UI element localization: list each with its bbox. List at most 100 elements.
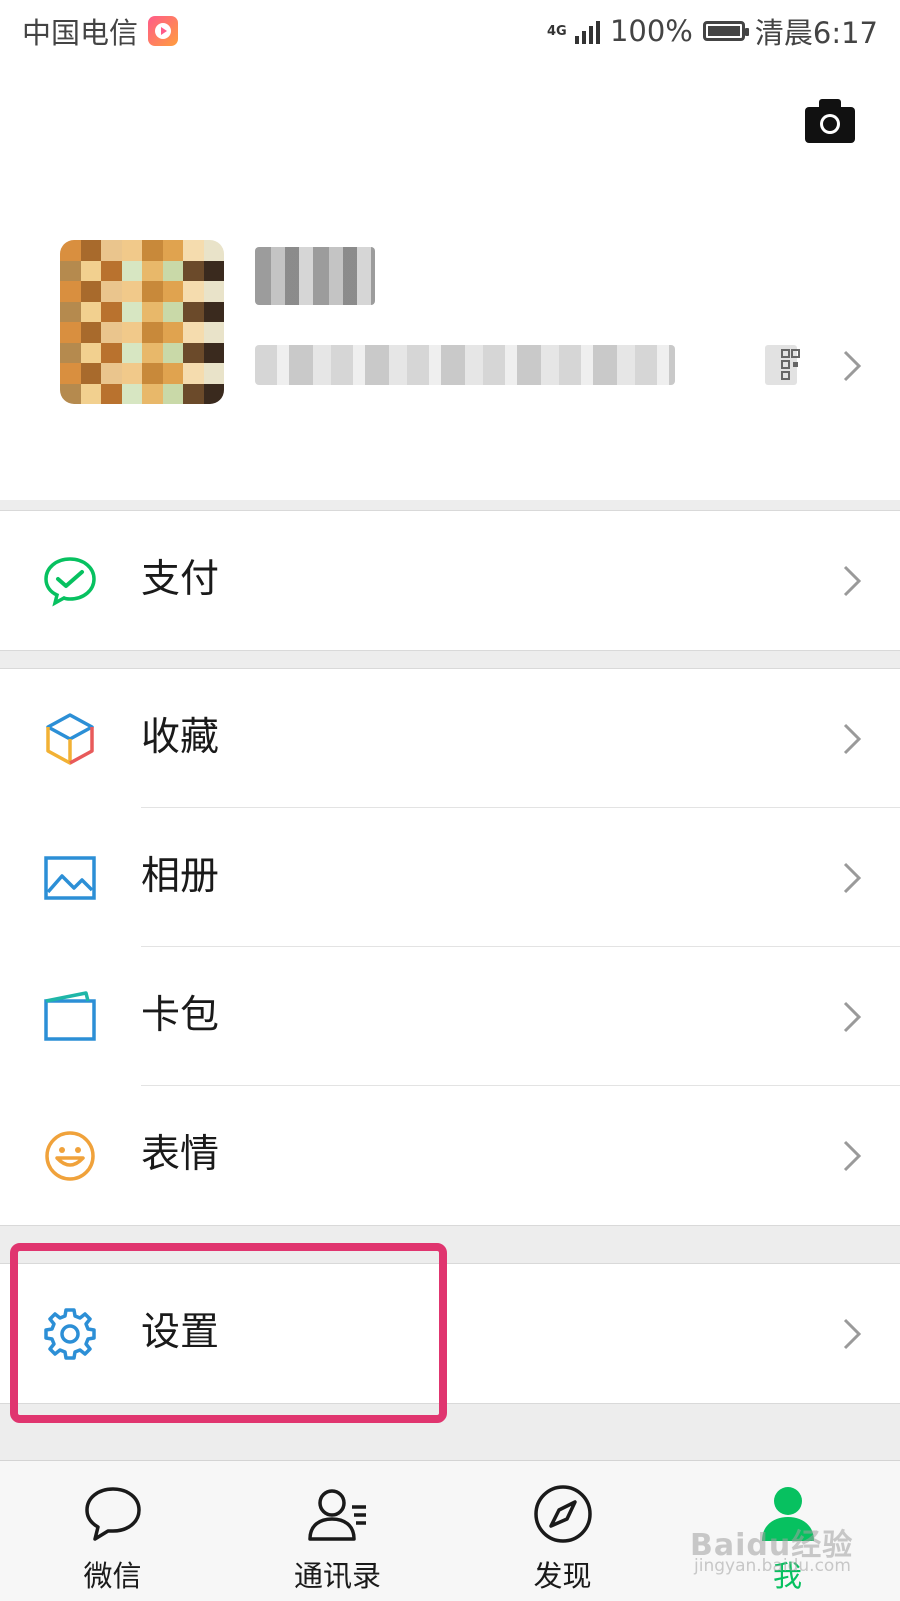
avatar-pixel [121, 342, 142, 363]
avatar-pixel [203, 281, 224, 302]
avatar[interactable] [60, 240, 224, 404]
profile-header[interactable] [0, 62, 900, 500]
cube-icon [42, 711, 98, 767]
menu-item-pay[interactable]: 支付 [0, 511, 900, 650]
avatar-pixel [121, 363, 142, 384]
avatar-pixel [203, 260, 224, 281]
avatar-pixel [80, 322, 101, 343]
menu-item-stickers-label: 表情 [141, 1132, 220, 1177]
chevron-right-icon [840, 563, 864, 599]
avatar-pixel [142, 301, 163, 322]
avatar-pixel [121, 322, 142, 343]
avatar-pixel [80, 363, 101, 384]
avatar-pixel [203, 363, 224, 384]
gear-icon [42, 1306, 98, 1362]
qr-code-icon[interactable] [780, 348, 802, 382]
compass-icon [531, 1483, 595, 1545]
avatar-pixel [121, 383, 142, 404]
avatar-pixel [142, 342, 163, 363]
menu-item-album[interactable]: 相册 [0, 808, 900, 947]
status-left: 中国电信 [22, 10, 179, 52]
avatar-pixel [162, 281, 183, 302]
status-bar: 中国电信 4G 100% 清晨6:17 [0, 0, 900, 62]
avatar-pixel [80, 342, 101, 363]
menu-item-settings-label: 设置 [141, 1310, 220, 1355]
avatar-pixel [80, 240, 101, 261]
pay-section: 支付 [0, 510, 900, 651]
avatar-pixel [142, 260, 163, 281]
card-wallet-icon [42, 989, 98, 1045]
tab-chats-label: 微信 [83, 1559, 142, 1593]
avatar-pixel [60, 322, 81, 343]
menu-item-stickers[interactable]: 表情 [0, 1086, 900, 1225]
tab-discover[interactable]: 发现 [450, 1461, 675, 1601]
features-section: 收藏 相册 卡包 表情 [0, 668, 900, 1226]
avatar-pixel [121, 240, 142, 261]
avatar-pixel [60, 383, 81, 404]
carrier-label: 中国电信 [22, 16, 139, 50]
avatar-pixel [60, 342, 81, 363]
tab-chats[interactable]: 微信 [0, 1461, 225, 1601]
wechat-pay-icon [42, 553, 98, 609]
chevron-right-icon [840, 860, 864, 896]
avatar-pixel [101, 363, 122, 384]
menu-item-album-label: 相册 [141, 854, 220, 899]
avatar-pixel [101, 301, 122, 322]
avatar-pixel [183, 342, 204, 363]
avatar-pixel [183, 322, 204, 343]
avatar-pixel [60, 260, 81, 281]
chat-bubble-icon [81, 1483, 145, 1545]
avatar-pixel [142, 322, 163, 343]
profile-name-blurred [255, 247, 375, 305]
menu-item-cards[interactable]: 卡包 [0, 947, 900, 1086]
avatar-pixel [183, 281, 204, 302]
status-right: 4G 100% 清晨6:17 [547, 10, 878, 52]
network-type-label: 4G [546, 23, 567, 39]
avatar-pixel [80, 383, 101, 404]
avatar-pixel [183, 383, 204, 404]
photo-icon [42, 850, 98, 906]
avatar-pixel [101, 342, 122, 363]
contacts-icon [306, 1483, 370, 1545]
avatar-pixel [183, 260, 204, 281]
battery-percent: 100% [609, 14, 693, 48]
tab-discover-label: 发现 [533, 1559, 592, 1593]
avatar-pixel [142, 383, 163, 404]
avatar-pixel [203, 240, 224, 261]
avatar-pixel [121, 301, 142, 322]
tab-contacts-label: 通讯录 [293, 1559, 381, 1593]
chevron-right-icon [840, 721, 864, 757]
avatar-pixel [162, 322, 183, 343]
avatar-pixel [203, 301, 224, 322]
settings-section: 设置 [0, 1263, 900, 1404]
avatar-pixel [121, 281, 142, 302]
avatar-pixel [203, 322, 224, 343]
tab-contacts[interactable]: 通讯录 [225, 1461, 450, 1601]
menu-item-favorites[interactable]: 收藏 [0, 669, 900, 808]
avatar-pixel [60, 363, 81, 384]
avatar-pixel [101, 240, 122, 261]
avatar-pixel [60, 301, 81, 322]
baidu-watermark-url: jingyan.baidu.com [694, 1556, 851, 1576]
avatar-pixel [162, 342, 183, 363]
avatar-pixel [162, 301, 183, 322]
avatar-pixel [80, 281, 101, 302]
avatar-pixel [142, 363, 163, 384]
chevron-right-icon [840, 999, 864, 1035]
avatar-pixel [101, 322, 122, 343]
camera-icon[interactable] [805, 99, 855, 143]
avatar-pixel [101, 281, 122, 302]
avatar-pixel [162, 383, 183, 404]
smiley-icon [42, 1128, 98, 1184]
profile-wechat-id-blurred [255, 345, 675, 385]
menu-item-favorites-label: 收藏 [141, 715, 220, 760]
avatar-pixel [183, 363, 204, 384]
avatar-pixel [203, 383, 224, 404]
avatar-pixel [162, 240, 183, 261]
avatar-pixel [121, 260, 142, 281]
menu-item-settings[interactable]: 设置 [0, 1264, 900, 1403]
avatar-pixel [142, 240, 163, 261]
avatar-pixel [101, 260, 122, 281]
menu-item-cards-label: 卡包 [141, 993, 220, 1038]
avatar-pixel [80, 301, 101, 322]
